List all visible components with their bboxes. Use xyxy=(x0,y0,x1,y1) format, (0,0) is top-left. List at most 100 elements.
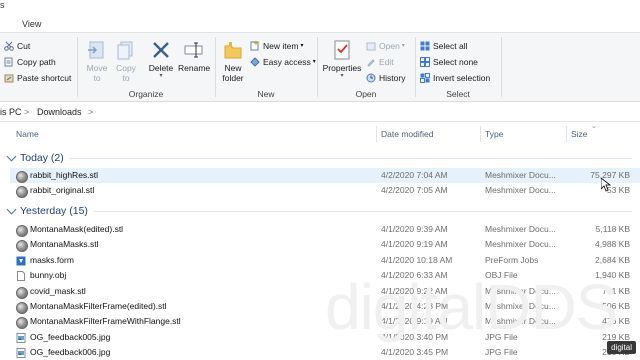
window-title-fragment: s xyxy=(0,0,5,10)
properties-icon xyxy=(332,39,352,61)
group-header-today[interactable]: Today (2) xyxy=(6,151,640,165)
cut-button[interactable]: Cut xyxy=(4,39,30,52)
rename-button[interactable]: Rename xyxy=(178,39,210,73)
file-name: OG_feedback005.jpg xyxy=(30,331,111,342)
open-group: Properties ▾ Open ▾ Edit History Open xyxy=(318,33,414,101)
column-header-size[interactable]: Size xyxy=(571,129,588,139)
copy-to-button[interactable]: Copy to xyxy=(112,39,140,83)
properties-chevron-icon: ▾ xyxy=(340,73,344,79)
rename-icon xyxy=(184,39,204,61)
paste-shortcut-button[interactable]: Paste shortcut xyxy=(4,71,71,84)
mesh-icon xyxy=(16,186,28,199)
clipboard-group: Cut Copy path Paste shortcut xyxy=(0,33,76,101)
easy-access-button[interactable]: Easy access ▾ xyxy=(250,55,316,68)
file-row[interactable]: MontanaMask(edited).stl 4/1/2020 9:39 AM M… xyxy=(10,222,640,237)
properties-label: Properties xyxy=(322,63,362,73)
select-none-button[interactable]: Select none xyxy=(420,55,478,68)
mesh-icon xyxy=(16,225,28,237)
file-row[interactable]: OG_feedback006.jpg 4/1/2020 3:45 PM JPG Fi… xyxy=(10,345,640,360)
copy-to-label: Copy to xyxy=(116,63,136,83)
edit-icon xyxy=(366,57,376,67)
ribbon-separator xyxy=(501,37,502,97)
chevron-down-icon[interactable] xyxy=(6,204,17,215)
folder-icon xyxy=(223,39,243,61)
file-name: MontanaMasks.stl xyxy=(30,239,99,250)
file-name: rabbit_highRes.stl xyxy=(30,170,99,180)
breadcrumb-this-pc[interactable]: is PC xyxy=(0,107,22,117)
column-divider[interactable] xyxy=(376,126,377,142)
delete-x-icon xyxy=(151,39,171,61)
column-header-name[interactable]: Name xyxy=(16,129,39,139)
file-date: 4/1/2020 9:39 AM xyxy=(381,224,448,234)
breadcrumb-downloads[interactable]: Downloads xyxy=(37,107,82,117)
edit-button[interactable]: Edit xyxy=(366,55,394,68)
paste-shortcut-icon xyxy=(4,73,14,83)
invert-selection-button[interactable]: Invert selection xyxy=(420,71,490,84)
mesh-icon xyxy=(16,171,28,183)
breadcrumb: is PC > Downloads > xyxy=(0,104,640,122)
image-icon xyxy=(16,332,26,343)
scissors-icon xyxy=(4,41,14,51)
select-all-button[interactable]: Select all xyxy=(420,39,468,52)
group-header-yesterday[interactable]: Yesterday (15) xyxy=(6,204,640,218)
file-row[interactable]: MontanaMasks.stl 4/1/2020 9:19 AM Meshmixe… xyxy=(10,237,640,253)
rename-label: Rename xyxy=(178,63,211,73)
file-type: Meshmixer Docu... xyxy=(485,170,556,180)
file-date: 4/1/2020 3:45 PM xyxy=(381,347,449,358)
breadcrumb-separator-icon[interactable]: > xyxy=(24,107,29,117)
file-date: 4/2/2020 7:04 AM xyxy=(381,170,448,180)
file-name: bunny.obj xyxy=(30,270,67,281)
select-group-label: Select xyxy=(446,89,470,99)
new-item-button[interactable]: New item ▾ xyxy=(250,39,303,52)
move-to-label: Move to xyxy=(86,63,108,83)
open-button[interactable]: Open ▾ xyxy=(366,39,405,52)
invert-selection-icon xyxy=(420,72,430,83)
group-label-today: Today (2) xyxy=(20,152,64,164)
new-group-label: New xyxy=(257,89,275,99)
delete-button[interactable]: Delete ▾ xyxy=(146,39,176,79)
file-type: PreForm Jobs xyxy=(485,254,539,265)
delete-chevron-icon: ▾ xyxy=(159,73,163,79)
file-name: OG_feedback006.jpg xyxy=(30,347,111,358)
easy-access-label: Easy access xyxy=(263,56,311,67)
new-folder-button[interactable]: New folder xyxy=(218,39,248,83)
copy-to-icon xyxy=(116,39,136,61)
chevron-down-icon[interactable] xyxy=(6,151,17,162)
history-icon xyxy=(366,73,376,83)
file-row[interactable]: rabbit_highRes.stl 4/2/2020 7:04 AM Meshmi… xyxy=(10,168,640,183)
file-size: 2,684 KB xyxy=(595,254,630,265)
file-size: 5,118 KB xyxy=(595,224,630,234)
move-to-button[interactable]: Move to xyxy=(82,39,112,83)
file-name: rabbit_original.stl xyxy=(30,185,95,196)
file-row[interactable]: rabbit_original.stl 4/2/2020 7:05 AM Meshm… xyxy=(10,183,640,199)
easy-access-icon xyxy=(250,56,260,67)
properties-button[interactable]: Properties ▾ xyxy=(322,39,362,79)
new-folder-label: New folder xyxy=(222,63,244,83)
new-item-label: New item xyxy=(263,40,299,51)
delete-label: Delete xyxy=(148,63,174,73)
file-name: MontanaMask(edited).stl xyxy=(30,224,124,234)
history-button[interactable]: History xyxy=(366,71,405,84)
copy-path-button[interactable]: Copy path xyxy=(4,55,56,68)
open-chevron-icon: ▾ xyxy=(401,43,405,49)
column-header-type[interactable]: Type xyxy=(485,129,503,139)
file-date: 4/1/2020 9:19 AM xyxy=(381,239,448,250)
open-icon xyxy=(366,41,376,51)
easy-access-chevron-icon: ▾ xyxy=(312,59,316,65)
cut-label: Cut xyxy=(17,40,31,51)
tab-view[interactable]: View xyxy=(22,19,41,29)
select-all-icon xyxy=(420,41,430,51)
breadcrumb-separator-icon[interactable]: > xyxy=(88,107,93,117)
column-divider[interactable] xyxy=(480,126,481,142)
select-all-label: Select all xyxy=(433,40,468,51)
copy-path-icon xyxy=(4,57,14,67)
file-name: MontanaMaskFilterFrameWithFlange.stl xyxy=(30,316,181,327)
group-label-yesterday: Yesterday (15) xyxy=(20,205,88,217)
column-header-date[interactable]: Date modified xyxy=(381,129,433,139)
column-divider[interactable] xyxy=(566,126,567,142)
watermark-badge: digital xyxy=(607,341,636,354)
history-label: History xyxy=(379,72,406,83)
organize-group-label: Organize xyxy=(128,89,164,99)
file-row[interactable]: masks.form 4/1/2020 10:18 AM PreForm Jobs 2… xyxy=(10,253,640,268)
form-icon xyxy=(16,256,26,266)
